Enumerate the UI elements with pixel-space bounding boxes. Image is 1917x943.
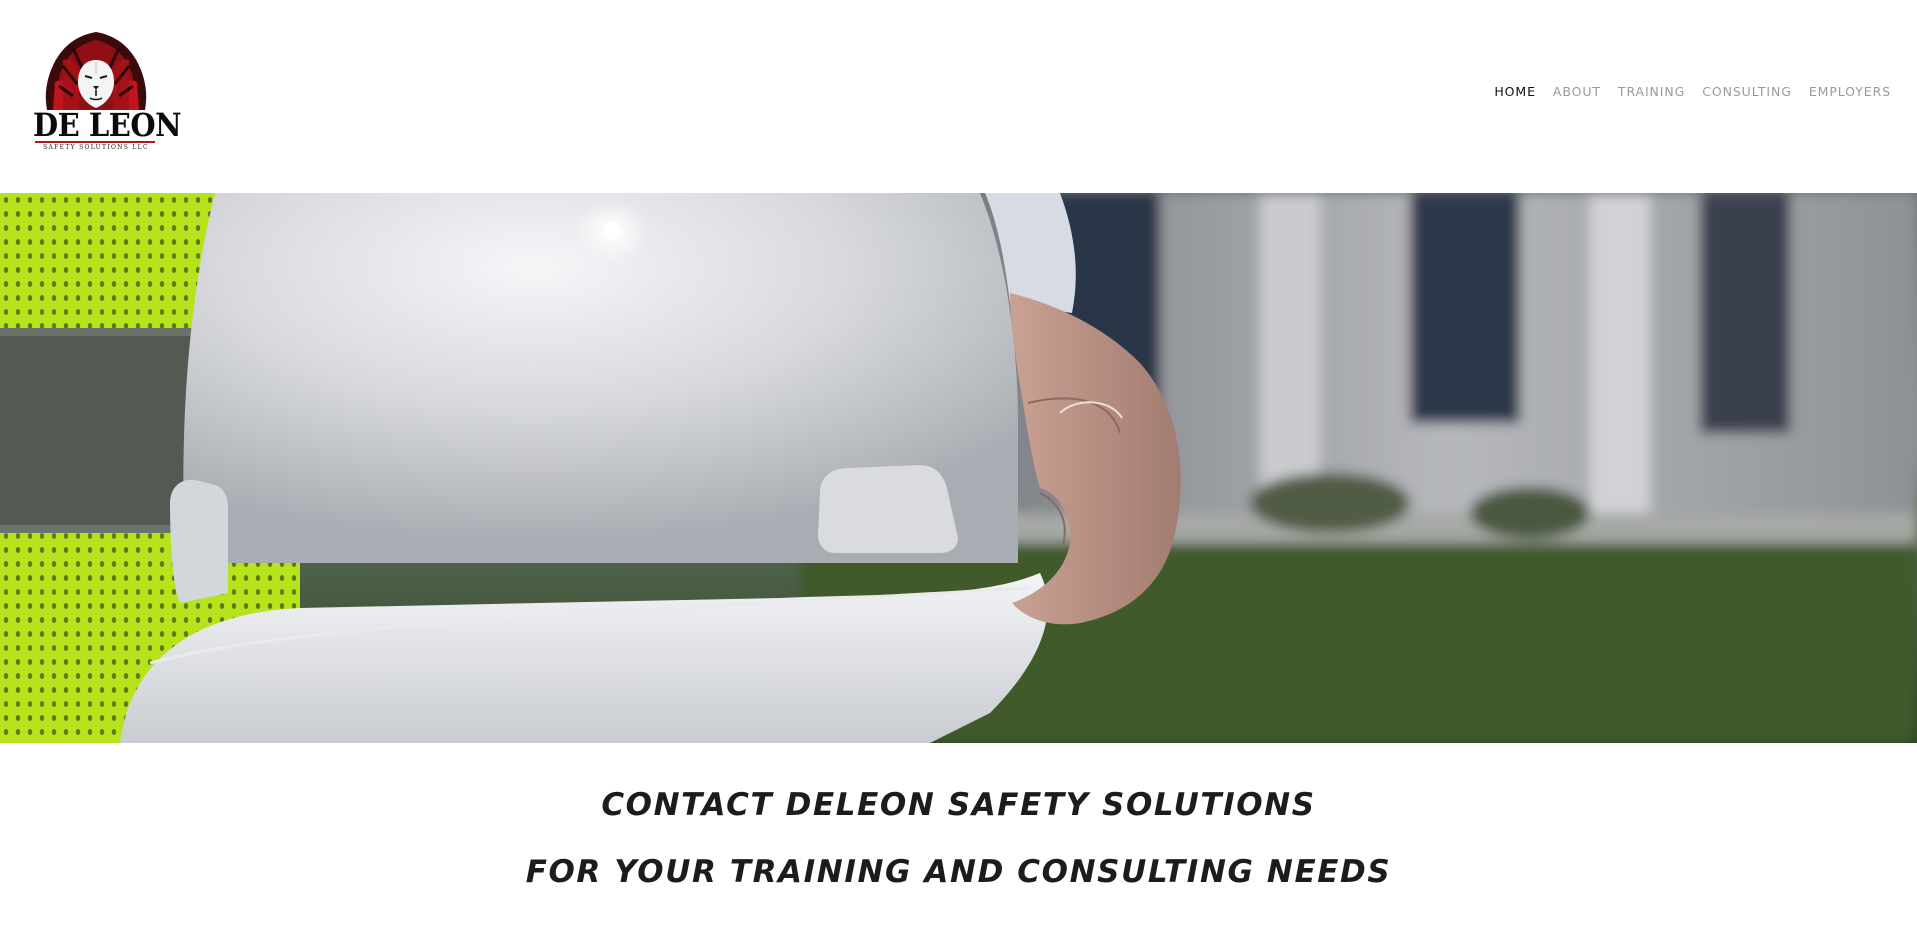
nav-employers-link[interactable]: EMPLOYERS (1809, 84, 1891, 99)
hard-hat-hero-image (0, 193, 1917, 743)
site-logo[interactable]: DE LEON SAFETY SOLUTIONS LLC (33, 30, 182, 156)
tagline-line-1: CONTACT DELEON SAFETY SOLUTIONS (601, 787, 1316, 823)
nav-about-link[interactable]: ABOUT (1553, 84, 1601, 99)
nav-training-link[interactable]: TRAINING (1618, 84, 1685, 99)
logo-divider (35, 141, 155, 143)
nav-consulting-link[interactable]: CONSULTING (1702, 84, 1792, 99)
logo-tagline: SAFETY SOLUTIONS LLC (43, 144, 149, 151)
page: DE LEON SAFETY SOLUTIONS LLC HOME ABOUT … (0, 0, 1917, 943)
main-nav: HOME ABOUT TRAINING CONSULTING EMPLOYERS (1494, 84, 1891, 99)
tagline-line-2: FOR YOUR TRAINING AND CONSULTING NEEDS (525, 854, 1392, 890)
site-header: DE LEON SAFETY SOLUTIONS LLC HOME ABOUT … (0, 0, 1917, 193)
lion-logo-icon (45, 32, 147, 110)
cta-tagline: CONTACT DELEON SAFETY SOLUTIONS FOR YOUR… (0, 787, 1917, 890)
logo-wordmark: DE LEON (33, 106, 182, 144)
nav-home-link[interactable]: HOME (1494, 84, 1536, 99)
hero-banner (0, 193, 1917, 743)
